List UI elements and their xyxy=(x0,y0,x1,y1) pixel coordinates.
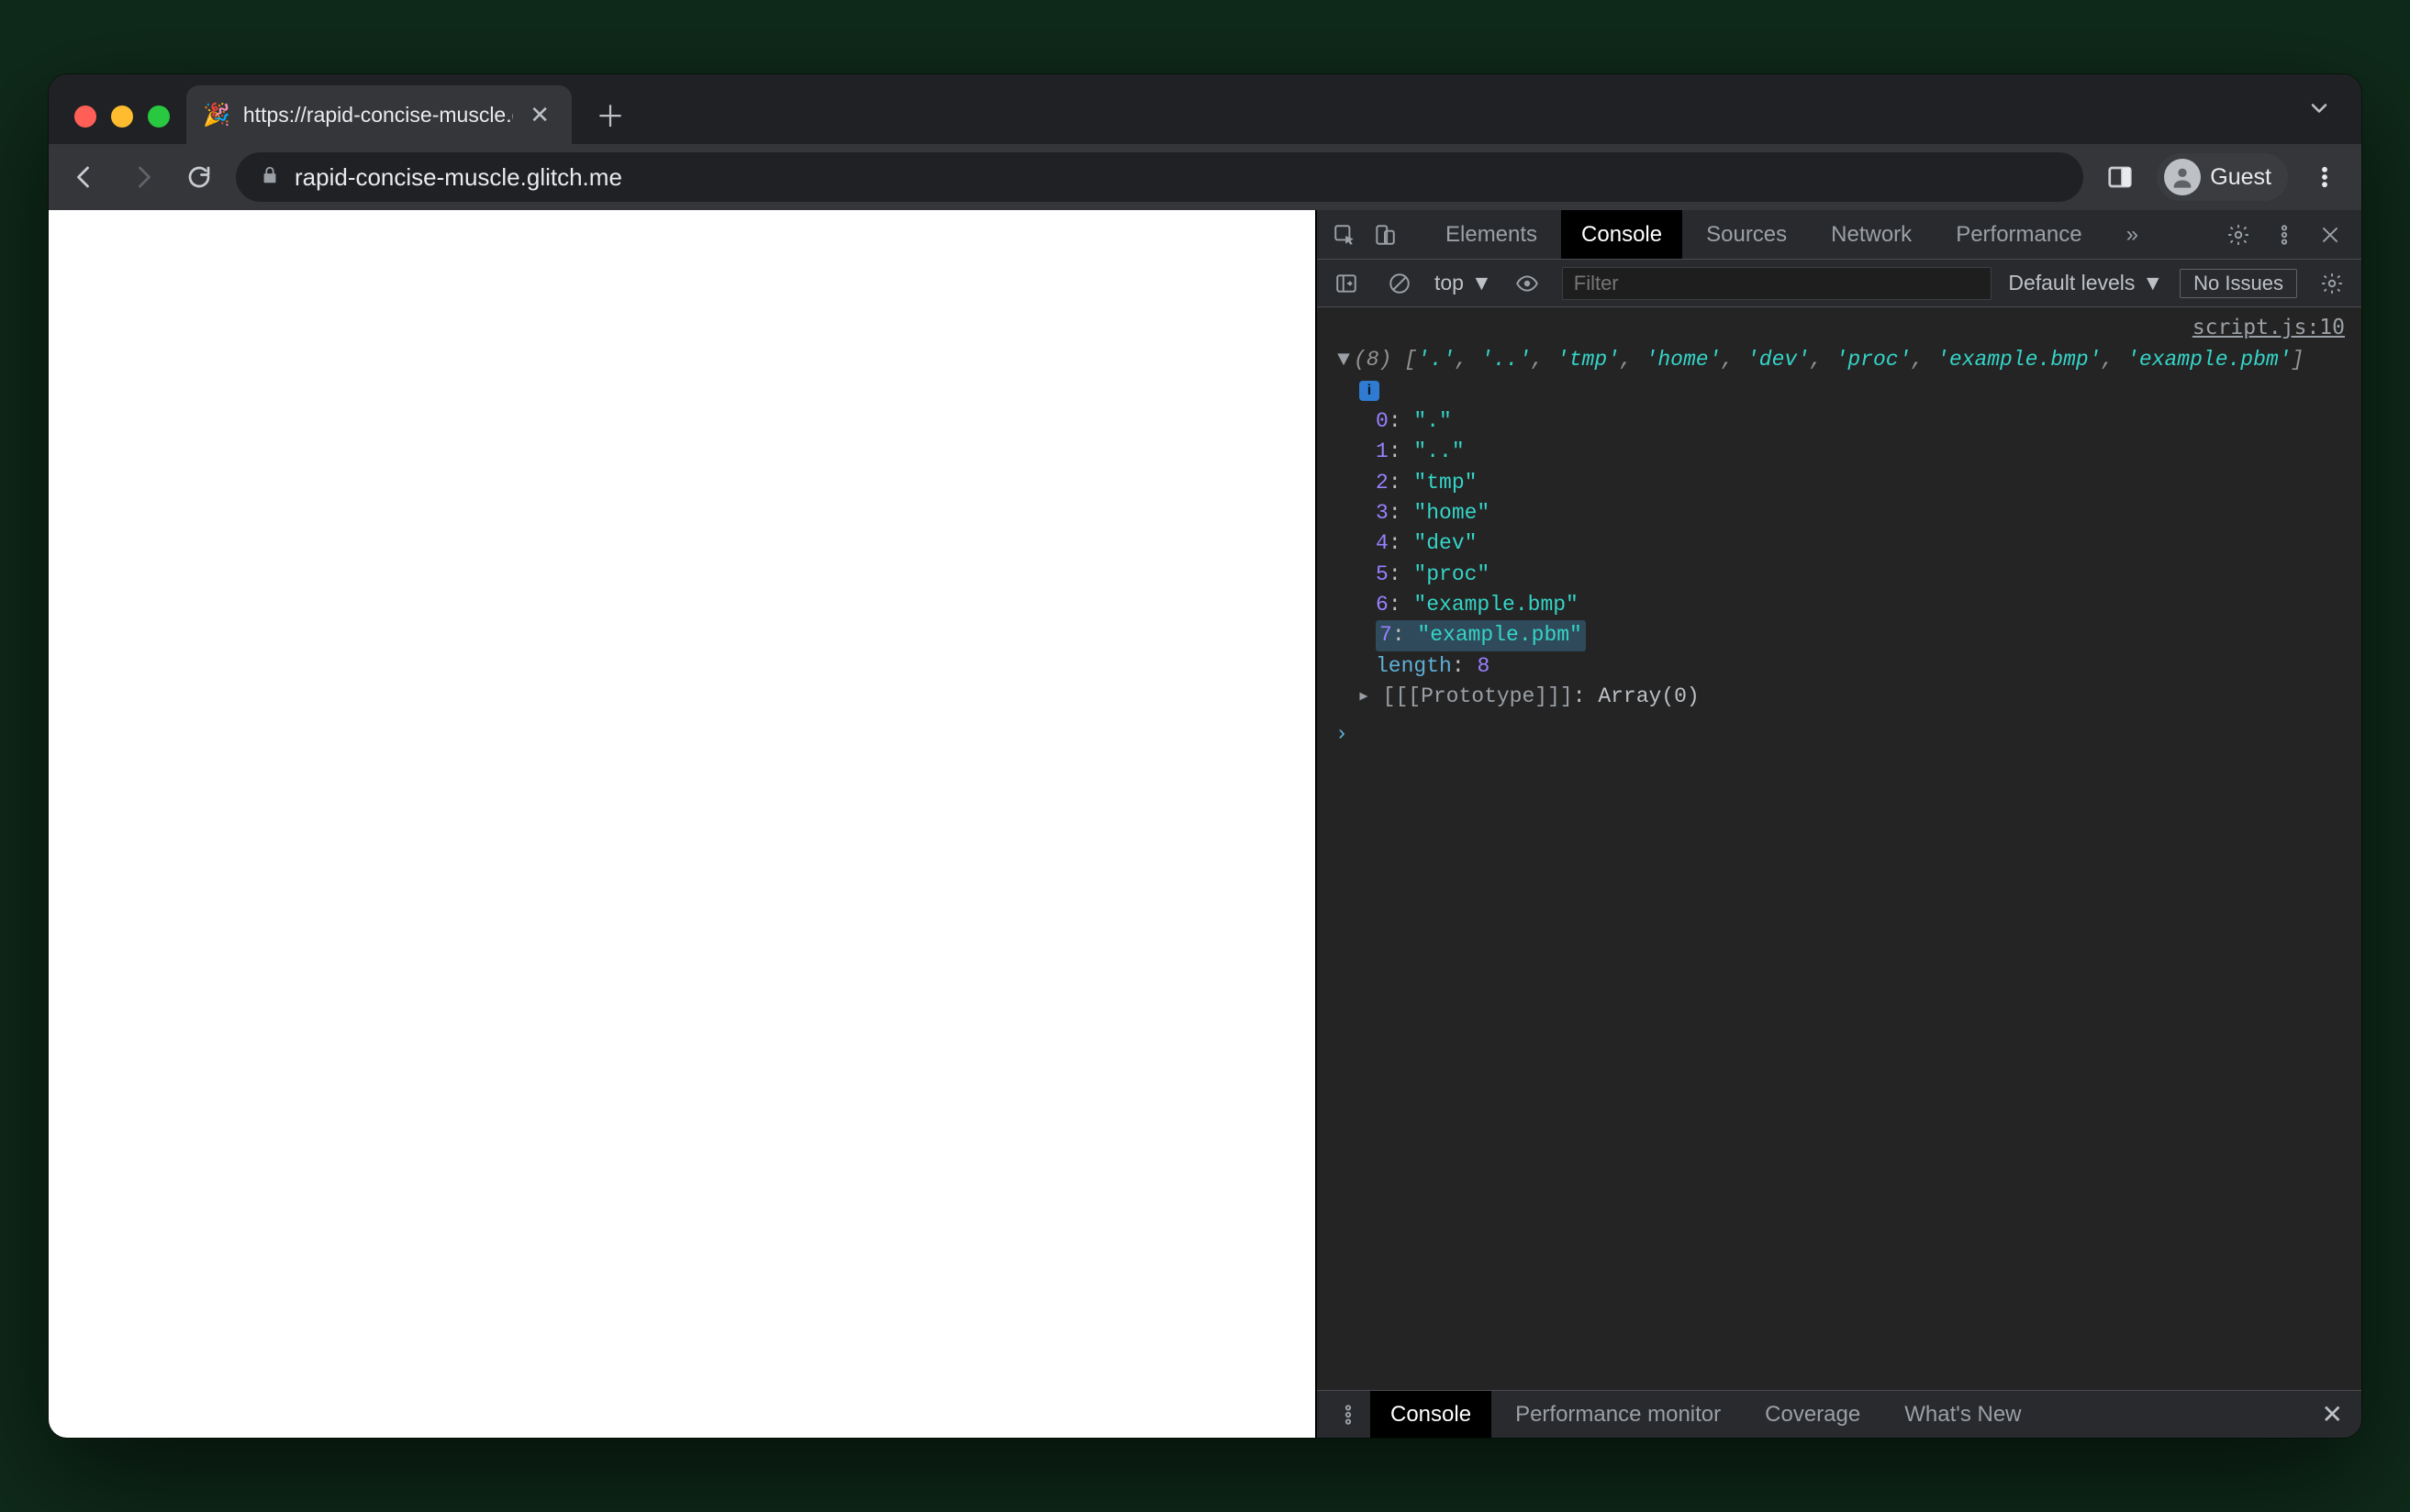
drawer-close-icon[interactable]: ✕ xyxy=(2316,1399,2349,1429)
issues-button[interactable]: No Issues xyxy=(2180,269,2297,298)
array-item[interactable]: 6: "example.bmp" xyxy=(1376,590,2345,620)
devtools-panel: Elements Console Sources Network Perform… xyxy=(1317,210,2361,1438)
console-prompt[interactable]: › xyxy=(1333,712,2345,750)
info-badge-icon[interactable]: i xyxy=(1359,381,1379,401)
devtools-drawer: Console Performance monitor Coverage Wha… xyxy=(1317,1390,2361,1438)
browser-tab[interactable]: 🎉 https://rapid-concise-muscle.g ✕ xyxy=(186,85,572,144)
drawer-tab-coverage[interactable]: Coverage xyxy=(1745,1391,1880,1438)
devtools-close-icon[interactable] xyxy=(2312,217,2349,253)
console-toolbar: top ▼ Default levels ▼ No Issues xyxy=(1317,260,2361,307)
drawer-tab-whats-new[interactable]: What's New xyxy=(1884,1391,2041,1438)
devtools-settings-icon[interactable] xyxy=(2220,217,2257,253)
device-toolbar-icon[interactable] xyxy=(1367,217,1403,253)
window-controls xyxy=(61,106,186,144)
devtools-menu-icon[interactable] xyxy=(2266,217,2303,253)
avatar-icon xyxy=(2164,159,2201,195)
tab-strip: 🎉 https://rapid-concise-muscle.g ✕ ＋ xyxy=(49,74,2361,144)
tab-more[interactable]: » xyxy=(2106,210,2159,259)
execution-context-label: top xyxy=(1434,271,1464,295)
array-item[interactable]: 4: "dev" xyxy=(1376,528,2345,559)
back-button[interactable] xyxy=(65,157,106,197)
drawer-tab-performance-monitor[interactable]: Performance monitor xyxy=(1495,1391,1741,1438)
array-item[interactable]: 2: "tmp" xyxy=(1376,468,2345,498)
chevron-down-icon: ▼ xyxy=(2142,271,2163,295)
clear-console-icon[interactable] xyxy=(1381,265,1418,302)
browser-menu-button[interactable] xyxy=(2304,164,2345,190)
profile-label: Guest xyxy=(2210,164,2271,191)
drawer-menu-icon[interactable] xyxy=(1330,1396,1367,1433)
log-levels-label: Default levels xyxy=(2008,271,2135,295)
url-toolbar: rapid-concise-muscle.glitch.me Guest xyxy=(49,144,2361,210)
console-message[interactable]: ▼(8) ['.', '..', 'tmp', 'home', 'dev', '… xyxy=(1333,343,2345,712)
browser-window: 🎉 https://rapid-concise-muscle.g ✕ ＋ xyxy=(49,74,2361,1438)
tab-title: https://rapid-concise-muscle.g xyxy=(243,103,513,128)
array-item[interactable]: 5: "proc" xyxy=(1376,560,2345,590)
array-item[interactable]: 0: "." xyxy=(1376,406,2345,437)
array-items: 0: "."1: ".."2: "tmp"3: "home"4: "dev"5:… xyxy=(1333,406,2345,651)
tab-favicon-icon: 🎉 xyxy=(203,102,230,128)
live-expression-icon[interactable] xyxy=(1509,265,1545,302)
tab-overflow-button[interactable] xyxy=(2306,95,2349,144)
execution-context-dropdown[interactable]: top ▼ xyxy=(1434,271,1492,295)
log-levels-dropdown[interactable]: Default levels ▼ xyxy=(2008,271,2163,295)
prototype-row[interactable]: ▸ [[[Prototype]]]: Array(0) xyxy=(1333,682,2345,712)
array-summary: (8) ['.', '..', 'tmp', 'home', 'dev', 'p… xyxy=(1354,348,2304,372)
console-sidebar-toggle-icon[interactable] xyxy=(1328,265,1365,302)
tab-console[interactable]: Console xyxy=(1561,210,1682,259)
reload-button[interactable] xyxy=(179,157,219,197)
array-item[interactable]: 3: "home" xyxy=(1376,498,2345,528)
stage: 🎉 https://rapid-concise-muscle.g ✕ ＋ xyxy=(0,0,2410,1512)
lock-icon xyxy=(260,163,280,192)
url-text: rapid-concise-muscle.glitch.me xyxy=(295,163,622,192)
console-output[interactable]: script.js:10 ▼(8) ['.', '..', 'tmp', 'ho… xyxy=(1317,307,2361,1390)
close-window-button[interactable] xyxy=(74,106,96,128)
array-length-row: length: 8 xyxy=(1333,651,2345,682)
tab-elements[interactable]: Elements xyxy=(1425,210,1557,259)
omnibox[interactable]: rapid-concise-muscle.glitch.me xyxy=(236,152,2083,202)
console-settings-icon[interactable] xyxy=(2314,265,2350,302)
tab-sources[interactable]: Sources xyxy=(1686,210,1807,259)
expander-icon[interactable]: ▼ xyxy=(1333,345,1354,375)
maximize-window-button[interactable] xyxy=(148,106,170,128)
tab-network[interactable]: Network xyxy=(1811,210,1932,259)
devtools-tabs: Elements Console Sources Network Perform… xyxy=(1317,210,2361,260)
close-tab-button[interactable]: ✕ xyxy=(526,101,553,128)
chevron-down-icon: ▼ xyxy=(1471,271,1492,295)
inspect-element-icon[interactable] xyxy=(1326,217,1363,253)
new-tab-button[interactable]: ＋ xyxy=(588,93,632,137)
console-filter-input[interactable] xyxy=(1562,267,1992,300)
array-item[interactable]: 7: "example.pbm" xyxy=(1376,620,1586,650)
drawer-tab-console[interactable]: Console xyxy=(1370,1391,1491,1438)
tab-performance[interactable]: Performance xyxy=(1936,210,2102,259)
side-panel-toggle[interactable] xyxy=(2100,157,2140,197)
forward-button[interactable] xyxy=(122,157,162,197)
source-link[interactable]: script.js:10 xyxy=(2192,313,2345,343)
minimize-window-button[interactable] xyxy=(111,106,133,128)
content-row: Elements Console Sources Network Perform… xyxy=(49,210,2361,1438)
array-item[interactable]: 1: ".." xyxy=(1376,437,2345,467)
page-viewport[interactable] xyxy=(49,210,1317,1438)
profile-chip[interactable]: Guest xyxy=(2157,153,2288,201)
